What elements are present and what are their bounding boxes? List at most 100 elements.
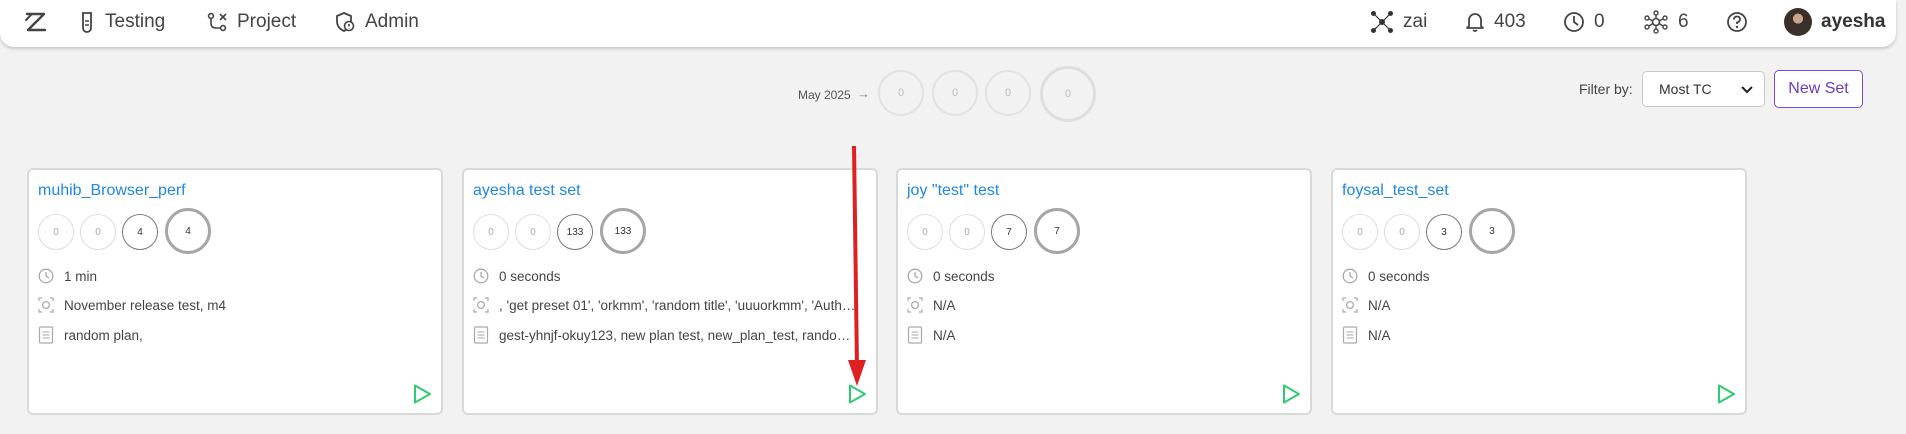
test-set-card[interactable]: joy "test" test 0 0 7 7 0 seconds N/A N/A [896, 168, 1312, 415]
test-set-card[interactable]: foysal_test_set 0 0 3 3 0 seconds N/A N/A [1331, 168, 1747, 415]
test-set-title[interactable]: foysal_test_set [1342, 182, 1449, 200]
summary-count-circle: 0 [985, 70, 1031, 116]
network-nodes-icon [1371, 10, 1393, 33]
play-icon[interactable] [1715, 383, 1737, 405]
status-count-circle: 0 [473, 214, 509, 250]
nav-project-label: Project [237, 10, 297, 32]
document-icon [907, 326, 923, 344]
clock-button[interactable]: 0 [1563, 0, 1605, 43]
test-set-title[interactable]: muhib_Browser_perf [38, 182, 186, 200]
clock-icon [473, 268, 489, 284]
org-name: zai [1403, 10, 1428, 32]
document-icon [1342, 326, 1358, 344]
nav-admin[interactable]: Admin [334, 0, 419, 43]
nav-admin-label: Admin [365, 10, 419, 32]
status-count-circle: 0 [949, 214, 985, 250]
status-count-circle: 0 [515, 214, 551, 250]
status-count-circle: 7 [991, 214, 1027, 250]
total-count-circle: 133 [600, 208, 646, 254]
suites-text: , 'get preset 01', 'orkmm', 'random titl… [499, 297, 859, 313]
status-count-circle: 0 [1342, 214, 1378, 250]
help-button[interactable] [1726, 0, 1748, 43]
nav-testing-label: Testing [105, 10, 166, 32]
plans-row: N/A [907, 325, 956, 345]
test-set-card[interactable]: ayesha test set 0 0 133 133 0 seconds, 'get p… [462, 168, 878, 415]
notifications-button[interactable]: 403 [1465, 0, 1526, 43]
duration-row: 0 seconds [1342, 266, 1430, 286]
git-branch-icon [207, 12, 227, 31]
status-count-circle: 4 [122, 214, 158, 250]
network-count: 6 [1678, 10, 1689, 32]
total-count-circle: 4 [165, 208, 211, 254]
avatar [1784, 7, 1812, 36]
play-icon[interactable] [846, 383, 868, 405]
hub-icon [1644, 9, 1668, 34]
app-logo-icon[interactable] [22, 8, 50, 36]
status-count-circle: 0 [907, 214, 943, 250]
suites-row: November release test, m4 [38, 295, 226, 315]
duration-text: 1 min [64, 268, 98, 284]
test-suite-icon [473, 297, 489, 313]
suites-row: N/A [907, 295, 956, 315]
test-set-title[interactable]: joy "test" test [907, 182, 999, 200]
duration-text: 0 seconds [933, 268, 995, 284]
document-icon [473, 326, 489, 344]
duration-text: 0 seconds [499, 268, 561, 284]
month-arrow-icon[interactable]: → [857, 86, 870, 101]
top-navbar: Testing Project Admin zai 403 0 6 ayesha [0, 0, 1896, 47]
clock-icon [1564, 11, 1584, 32]
status-count-circle: 3 [1426, 214, 1462, 250]
test-suite-icon [38, 297, 54, 313]
nav-project[interactable]: Project [206, 0, 296, 43]
suites-text: N/A [933, 297, 956, 313]
summary-count-circle: 0 [878, 70, 924, 116]
bell-icon [1466, 12, 1484, 32]
status-count-circle: 0 [38, 214, 74, 250]
clock-icon [907, 268, 923, 284]
plans-row: N/A [1342, 325, 1391, 345]
filter-selected-value: Most TC [1659, 81, 1712, 97]
clock-icon [38, 268, 54, 284]
test-suite-icon [1342, 297, 1358, 313]
summary-count-circle: 0 [932, 70, 978, 116]
suites-row: N/A [1342, 295, 1391, 315]
plans-text: gest-yhnjf-okuy123, new plan test, new_p… [499, 327, 859, 343]
user-menu[interactable]: ayesha [1784, 0, 1885, 43]
test-suite-icon [907, 297, 923, 313]
filter-label: Filter by: [1579, 81, 1633, 97]
status-count-circle: 133 [557, 214, 593, 250]
notifications-count: 403 [1494, 10, 1526, 32]
app-root: Testing Project Admin zai 403 0 6 ayesha… [0, 0, 1906, 434]
total-count-circle: 3 [1469, 208, 1515, 254]
chevron-down-icon [1741, 86, 1753, 94]
month-label: May 2025 [798, 88, 851, 102]
summary-total-circle: 0 [1040, 66, 1096, 122]
duration-text: 0 seconds [1368, 268, 1430, 284]
org-switcher[interactable]: zai [1370, 0, 1427, 43]
play-icon[interactable] [1280, 383, 1302, 405]
plans-text: random plan, [64, 327, 143, 343]
plans-text: N/A [933, 327, 956, 343]
new-set-button[interactable]: New Set [1774, 70, 1863, 108]
nav-testing[interactable]: Testing [78, 0, 165, 43]
suites-row: , 'get preset 01', 'orkmm', 'random titl… [473, 295, 859, 315]
network-button[interactable]: 6 [1643, 0, 1689, 43]
status-count-circle: 0 [1384, 214, 1420, 250]
total-count-circle: 7 [1034, 208, 1080, 254]
play-icon[interactable] [411, 383, 433, 405]
test-set-title[interactable]: ayesha test set [473, 182, 581, 200]
filter-select[interactable]: Most TC [1642, 71, 1765, 107]
shield-icon [336, 11, 355, 32]
document-icon [38, 326, 54, 344]
plans-row: gest-yhnjf-okuy123, new plan test, new_p… [473, 325, 859, 345]
duration-row: 0 seconds [907, 266, 995, 286]
help-icon [1727, 11, 1747, 32]
duration-row: 0 seconds [473, 266, 561, 286]
duration-row: 1 min [38, 266, 97, 286]
plans-row: random plan, [38, 325, 143, 345]
test-set-card[interactable]: muhib_Browser_perf 0 0 4 4 1 min November rele… [27, 168, 443, 415]
suites-text: November release test, m4 [64, 297, 227, 313]
plans-text: N/A [1368, 327, 1391, 343]
clock-count: 0 [1594, 10, 1605, 32]
clock-icon [1342, 268, 1358, 284]
